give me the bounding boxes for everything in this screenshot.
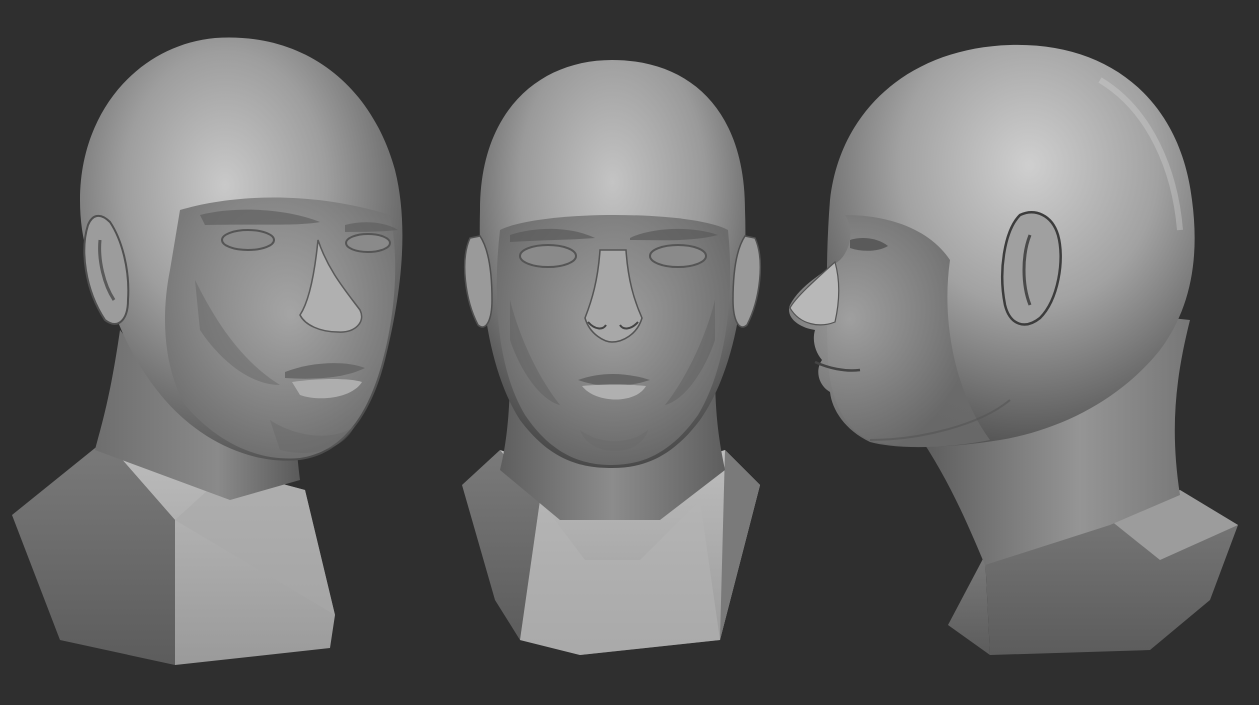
three-quarter-view [12, 37, 403, 665]
profile-view [789, 44, 1238, 655]
three-quarter-right-eye [345, 233, 391, 253]
sculpt-render [12, 37, 1238, 665]
sculpt-viewport [0, 0, 1259, 705]
front-left-eye [519, 244, 577, 268]
front-right-eye [649, 244, 707, 268]
front-view [462, 60, 761, 655]
profile-base-left-face [948, 555, 990, 655]
profile-nose [789, 260, 840, 326]
three-quarter-left-eye [221, 229, 275, 251]
